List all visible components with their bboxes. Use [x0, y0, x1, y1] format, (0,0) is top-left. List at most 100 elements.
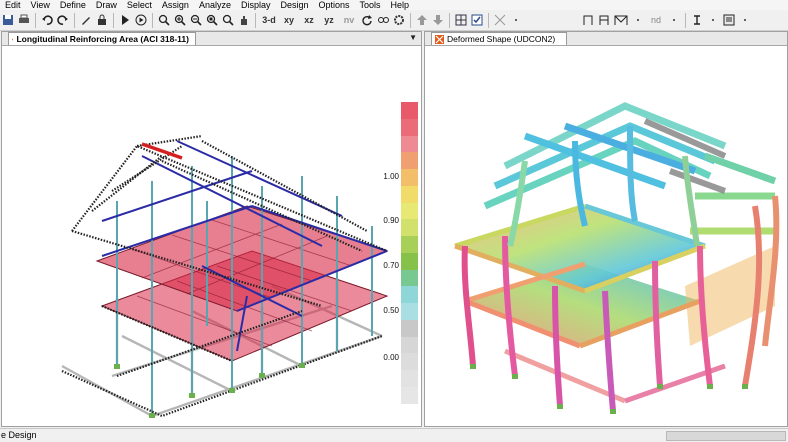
legend-swatch	[401, 102, 418, 119]
legend-tick: 1.00	[383, 172, 399, 181]
menu-define[interactable]: Define	[55, 0, 91, 10]
legend-swatch	[401, 135, 418, 153]
toolbar-separator	[488, 12, 489, 28]
left-tab-strip: Longitudinal Reinforcing Area (ACI 318-1…	[2, 32, 421, 46]
zoom-out-icon[interactable]	[189, 12, 203, 28]
legend-swatch	[401, 236, 418, 253]
chevron-down-icon[interactable]	[667, 12, 681, 28]
right-3d-viewport[interactable]	[425, 46, 787, 426]
nd-button[interactable]: nd	[647, 12, 665, 28]
print-icon[interactable]	[17, 12, 31, 28]
status-text: e Design	[1, 430, 37, 440]
view-dropdown-arrow[interactable]: ▼	[409, 33, 417, 42]
legend-tick: 0.50	[383, 306, 399, 315]
left-3d-viewport[interactable]: 1.00 0.90 0.70 0.50 0.00	[2, 46, 421, 426]
frame-brace-icon[interactable]	[613, 12, 629, 28]
legend-swatch	[401, 202, 418, 220]
menu-options[interactable]: Options	[314, 0, 355, 10]
model-view-icon	[435, 34, 444, 44]
pan-icon[interactable]	[237, 12, 251, 28]
legend-swatch	[401, 219, 418, 237]
deformed-upper-slab	[455, 206, 705, 291]
window-icon[interactable]	[722, 12, 736, 28]
menu-view[interactable]: View	[26, 0, 55, 10]
redo-icon[interactable]	[56, 12, 70, 28]
legend-swatch	[401, 353, 418, 371]
legend-tick: 0.70	[383, 261, 399, 270]
deformed-shape-panel: Deformed Shape (UDCON2)	[424, 31, 788, 427]
display-options-icon[interactable]	[493, 12, 507, 28]
chevron-down-icon[interactable]	[706, 12, 720, 28]
main-toolbar: 3-d xy xz yz nv nd	[0, 10, 788, 31]
toolbar-separator	[449, 12, 450, 28]
view-xz-button[interactable]: xz	[300, 12, 318, 28]
menu-draw[interactable]: Draw	[91, 0, 122, 10]
status-progress-box	[666, 431, 786, 441]
right-tab-strip: Deformed Shape (UDCON2)	[425, 32, 787, 46]
reinforcing-model-drawing	[61, 134, 389, 418]
settings-icon[interactable]	[392, 12, 406, 28]
text-cursor-icon[interactable]	[690, 12, 704, 28]
menu-edit[interactable]: Edit	[0, 0, 26, 10]
tab-label: Deformed Shape (UDCON2)	[447, 34, 556, 44]
undo-icon[interactable]	[40, 12, 54, 28]
chevron-down-icon[interactable]	[509, 12, 523, 28]
legend-swatch	[401, 269, 418, 287]
legend-tick: 0.90	[383, 216, 399, 225]
tab-deformed-shape[interactable]: Deformed Shape (UDCON2)	[431, 32, 567, 45]
chevron-down-icon[interactable]	[631, 12, 645, 28]
view-xy-button[interactable]: xy	[280, 12, 298, 28]
legend-swatch	[401, 252, 418, 270]
zoom-full-icon[interactable]	[205, 12, 219, 28]
legend-swatch	[401, 286, 418, 304]
select-grid-icon[interactable]	[454, 12, 468, 28]
toolbar-separator	[35, 12, 36, 28]
frame-icon[interactable]	[597, 12, 611, 28]
deformed-shape-drawing	[454, 102, 780, 414]
toolbar-separator	[685, 12, 686, 28]
legend-swatch	[401, 118, 418, 136]
rotate-icon[interactable]	[360, 12, 374, 28]
run-step-icon[interactable]	[134, 12, 148, 28]
move-up-icon[interactable]	[415, 12, 429, 28]
menu-tools[interactable]: Tools	[355, 0, 386, 10]
legend-swatch	[401, 152, 418, 170]
toolbar-separator	[255, 12, 256, 28]
legend-swatch	[401, 387, 418, 404]
toolbar-separator	[113, 12, 114, 28]
run-analysis-icon[interactable]	[118, 12, 132, 28]
save-icon[interactable]	[1, 12, 15, 28]
legend-tick: 0.00	[383, 353, 399, 362]
legend-swatch	[401, 336, 418, 354]
menu-design[interactable]: Design	[275, 0, 313, 10]
tab-label: Longitudinal Reinforcing Area (ACI 318-1…	[16, 34, 189, 44]
perspective-icon[interactable]	[376, 12, 390, 28]
view-3d-button[interactable]: 3-d	[260, 12, 278, 28]
zoom-window-icon[interactable]	[157, 12, 171, 28]
legend-swatch	[401, 319, 418, 337]
menu-select[interactable]: Select	[122, 0, 157, 10]
menu-assign[interactable]: Assign	[157, 0, 194, 10]
legend-swatch	[401, 169, 418, 186]
chevron-down-icon[interactable]	[738, 12, 752, 28]
menu-bar: Edit View Define Draw Select Assign Anal…	[0, 0, 788, 10]
longitudinal-reinforcing-panel: Longitudinal Reinforcing Area (ACI 318-1…	[1, 31, 422, 427]
move-down-icon[interactable]	[431, 12, 445, 28]
zoom-in-icon[interactable]	[173, 12, 187, 28]
frame-section-icon[interactable]	[581, 12, 595, 28]
legend-swatch	[401, 185, 418, 203]
model-view-icon	[12, 38, 14, 40]
zoom-previous-icon[interactable]	[221, 12, 235, 28]
toolbar-separator	[74, 12, 75, 28]
menu-help[interactable]: Help	[386, 0, 415, 10]
checked-box-icon[interactable]	[470, 12, 484, 28]
toolbar-separator	[410, 12, 411, 28]
ratio-legend-bar	[401, 102, 418, 404]
view-yz-button[interactable]: yz	[320, 12, 338, 28]
view-nv-button[interactable]: nv	[340, 12, 358, 28]
pencil-icon[interactable]	[79, 12, 93, 28]
menu-display[interactable]: Display	[236, 0, 276, 10]
tab-longitudinal-reinforcing[interactable]: Longitudinal Reinforcing Area (ACI 318-1…	[8, 32, 196, 45]
lock-icon[interactable]	[95, 12, 109, 28]
menu-analyze[interactable]: Analyze	[194, 0, 236, 10]
